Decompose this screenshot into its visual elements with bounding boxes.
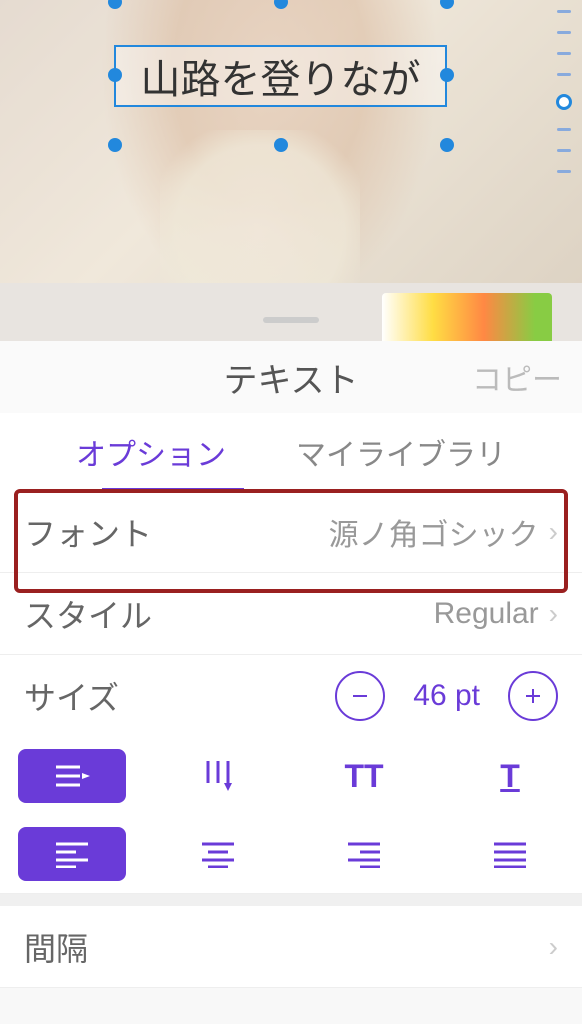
size-value[interactable]: 46 pt <box>413 679 480 713</box>
size-increase-button[interactable] <box>508 671 558 721</box>
canvas-area[interactable]: 山路を登りなが <box>0 0 582 341</box>
align-center-icon <box>200 840 236 868</box>
underline-icon: T <box>500 758 520 795</box>
style-label: スタイル <box>24 591 434 637</box>
chevron-right-icon: › <box>549 931 558 963</box>
tab-library[interactable]: マイライブラリ <box>286 422 516 482</box>
spacing-label: 間隔 <box>24 924 549 970</box>
slider-tick <box>557 52 571 55</box>
selection-handle-bl[interactable] <box>108 138 122 152</box>
horizontal-text-button[interactable] <box>18 749 126 803</box>
size-row: サイズ 46 pt <box>0 655 582 737</box>
chevron-right-icon: › <box>549 516 558 548</box>
panel-header: テキスト コピー <box>0 341 582 413</box>
copy-button[interactable]: コピー <box>472 355 562 399</box>
size-label: サイズ <box>24 673 335 719</box>
panel-title: テキスト <box>224 353 359 402</box>
selection-handle-br[interactable] <box>440 138 454 152</box>
alignment-toolbar <box>0 815 582 894</box>
tab-underline <box>102 488 244 491</box>
side-slider[interactable] <box>554 10 574 173</box>
text-direction-toolbar: TT T <box>0 737 582 815</box>
section-divider <box>0 894 582 906</box>
tab-options[interactable]: オプション <box>66 422 236 482</box>
slider-tick <box>557 31 571 34</box>
selection-handle-bc[interactable] <box>274 138 288 152</box>
chevron-right-icon: › <box>549 598 558 630</box>
vertical-lines-icon <box>198 759 238 793</box>
align-justify-button[interactable] <box>456 827 564 881</box>
thumbnail[interactable] <box>382 293 552 341</box>
tab-bar: オプション マイライブラリ <box>0 413 582 491</box>
selection-handle-mr[interactable] <box>440 68 454 82</box>
font-value: 源ノ角ゴシック <box>329 510 539 554</box>
align-center-button[interactable] <box>164 827 272 881</box>
horizontal-lines-icon <box>52 761 92 791</box>
text-selection-box[interactable]: 山路を登りなが <box>114 45 447 107</box>
thumbnail-strip[interactable] <box>0 283 582 341</box>
align-left-button[interactable] <box>18 827 126 881</box>
minus-icon <box>350 686 370 706</box>
slider-thumb[interactable] <box>556 94 572 110</box>
slider-tick <box>557 149 571 152</box>
align-right-button[interactable] <box>310 827 418 881</box>
font-label: フォント <box>24 509 329 555</box>
text-content[interactable]: 山路を登りなが <box>141 47 421 105</box>
slider-tick <box>557 128 571 131</box>
font-row[interactable]: フォント 源ノ角ゴシック › <box>0 491 582 573</box>
slider-tick <box>557 10 571 13</box>
vertical-text-button[interactable] <box>164 749 272 803</box>
slider-tick <box>557 170 571 173</box>
slider-tick <box>557 73 571 76</box>
plus-icon <box>523 686 543 706</box>
align-right-icon <box>346 840 382 868</box>
text-panel: テキスト コピー オプション マイライブラリ フォント 源ノ角ゴシック › スタ… <box>0 341 582 988</box>
align-justify-icon <box>492 840 528 868</box>
style-row[interactable]: スタイル Regular › <box>0 573 582 655</box>
style-value: Regular <box>434 597 539 631</box>
selection-handle-ml[interactable] <box>108 68 122 82</box>
underline-button[interactable]: T <box>456 749 564 803</box>
align-left-icon <box>54 840 90 868</box>
panel-drag-handle[interactable] <box>263 317 319 323</box>
size-decrease-button[interactable] <box>335 671 385 721</box>
uppercase-icon: TT <box>344 758 383 795</box>
spacing-row[interactable]: 間隔 › <box>0 906 582 988</box>
uppercase-button[interactable]: TT <box>310 749 418 803</box>
